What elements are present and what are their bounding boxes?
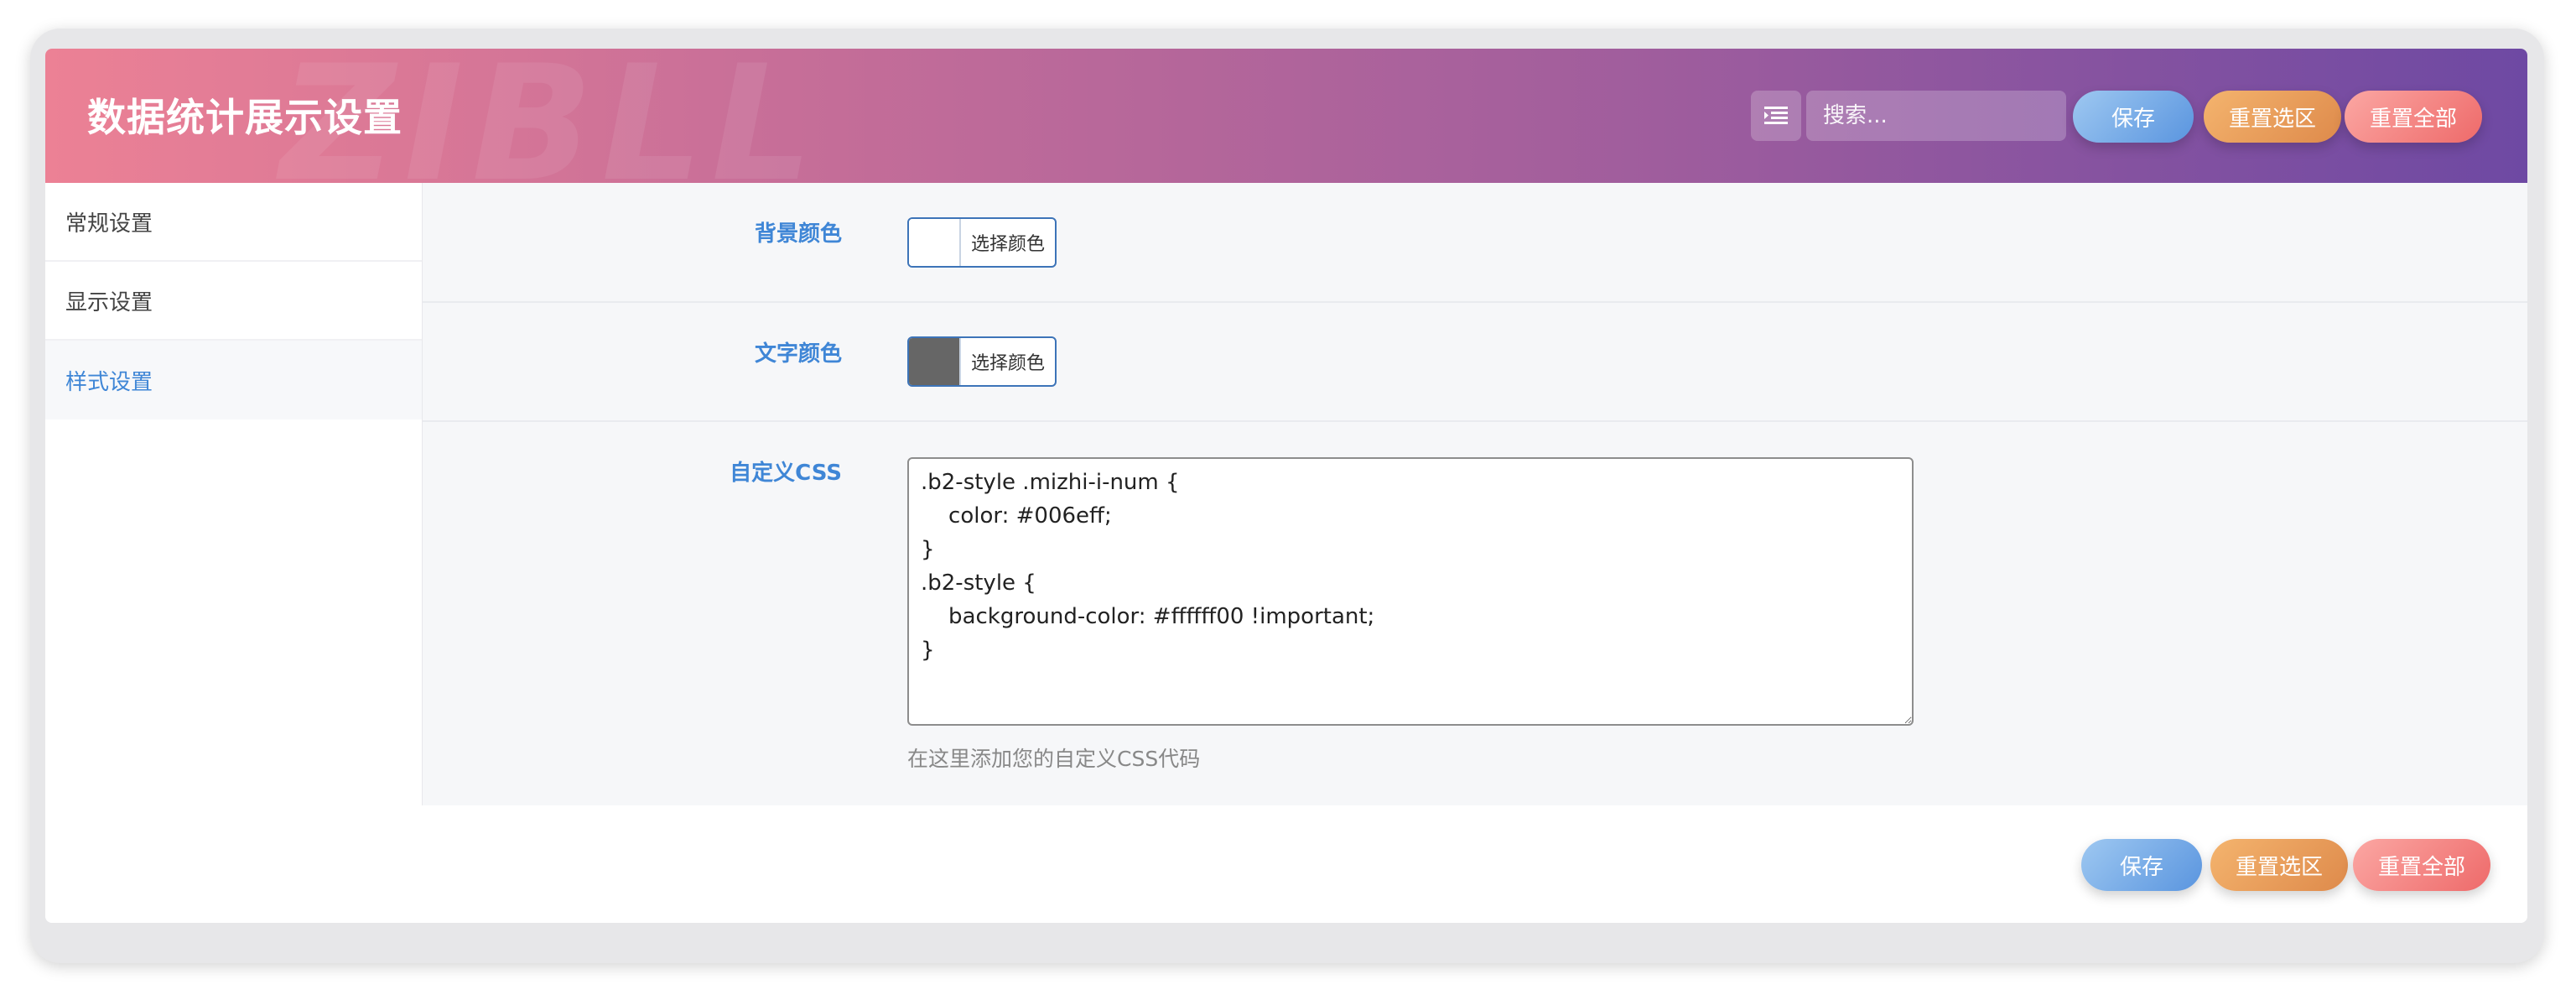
sidebar-item-display[interactable]: 显示设置 bbox=[45, 262, 422, 341]
footer-reset-section-button[interactable]: 重置选区 bbox=[2210, 839, 2348, 891]
reset-section-button[interactable]: 重置选区 bbox=[2204, 91, 2341, 143]
menu-toggle-button[interactable] bbox=[1751, 91, 1801, 141]
sidebar-item-general[interactable]: 常规设置 bbox=[45, 183, 422, 262]
footer-reset-all-button[interactable]: 重置全部 bbox=[2353, 839, 2490, 891]
save-button[interactable]: 保存 bbox=[2073, 91, 2194, 143]
footer-save-button[interactable]: 保存 bbox=[2081, 839, 2202, 891]
custom-css-editor[interactable] bbox=[907, 457, 1914, 726]
header-bar: ZIBLL 数据统计展示设置 保存 重置选区 重置全部 bbox=[45, 49, 2527, 183]
custom-css-hint: 在这里添加您的自定义CSS代码 bbox=[907, 747, 1201, 771]
text-color-picker[interactable]: 选择颜色 bbox=[907, 336, 1057, 387]
sidebar-item-style[interactable]: 样式设置 bbox=[45, 341, 422, 419]
bg-color-row: 背景颜色 选择颜色 bbox=[423, 183, 2527, 303]
custom-css-row: 自定义CSS 在这里添加您的自定义CSS代码 bbox=[423, 422, 2527, 805]
text-color-swatch bbox=[909, 338, 961, 385]
bg-color-picker[interactable]: 选择颜色 bbox=[907, 217, 1057, 268]
bg-color-swatch bbox=[909, 219, 961, 266]
text-color-row: 文字颜色 选择颜色 bbox=[423, 303, 2527, 422]
text-color-label: 文字颜色 bbox=[754, 341, 842, 367]
settings-content: 背景颜色 选择颜色 文字颜色 选择颜色 自定义CSS 在这里添加您的自定义CSS… bbox=[423, 183, 2527, 805]
reset-all-button[interactable]: 重置全部 bbox=[2345, 91, 2482, 143]
settings-panel: ZIBLL 数据统计展示设置 保存 重置选区 重置全部 常规设置 显示设置 样式… bbox=[45, 49, 2527, 923]
search-input[interactable] bbox=[1806, 91, 2066, 141]
bg-color-label: 背景颜色 bbox=[754, 221, 842, 247]
footer-actions: 保存 重置选区 重置全部 bbox=[45, 805, 2527, 923]
page-title: 数据统计展示设置 bbox=[87, 95, 402, 140]
custom-css-label: 自定义CSS bbox=[730, 461, 842, 486]
text-color-picker-label: 选择颜色 bbox=[970, 353, 1045, 374]
sidebar: 常规设置 显示设置 样式设置 bbox=[45, 183, 423, 805]
menu-list-icon bbox=[1764, 107, 1788, 124]
bg-color-picker-label: 选择颜色 bbox=[970, 234, 1045, 255]
